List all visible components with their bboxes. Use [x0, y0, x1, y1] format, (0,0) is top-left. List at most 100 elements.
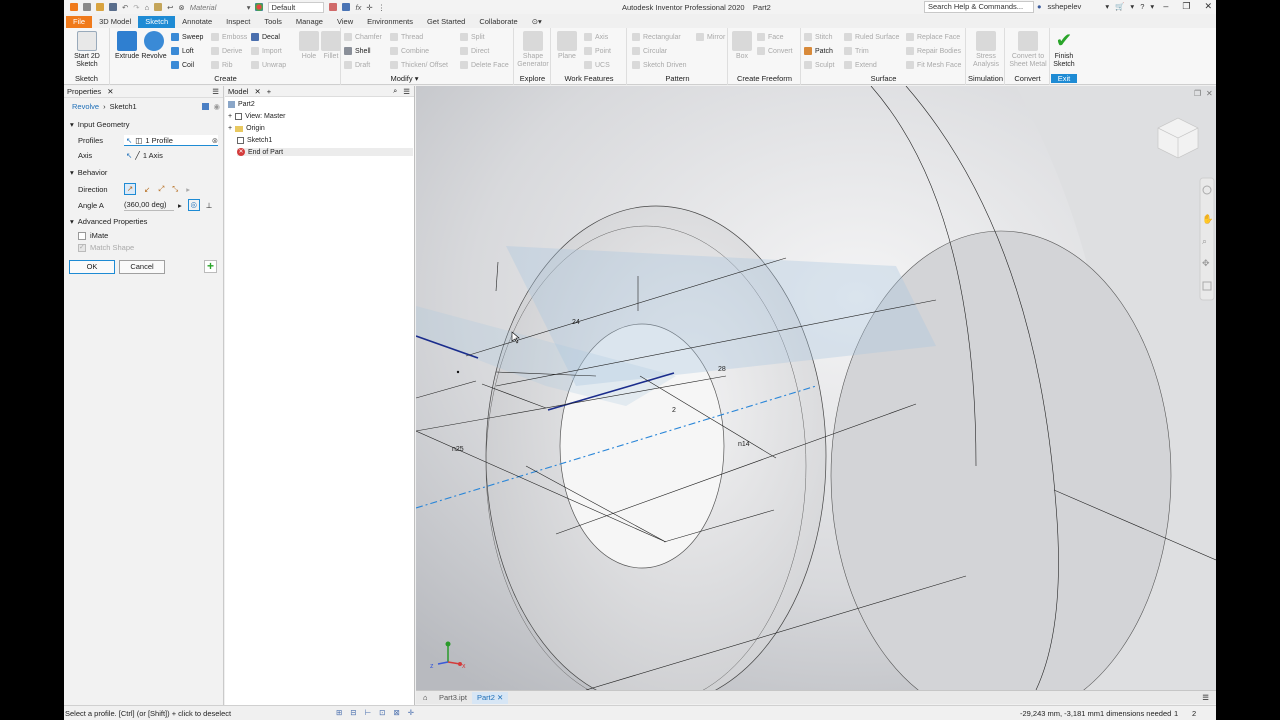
search-help-input[interactable]: Search Help & Commands...	[924, 1, 1034, 13]
more-icon[interactable]: ▸	[186, 185, 190, 194]
dimension-label[interactable]: n14	[738, 441, 750, 448]
ribbon-options-icon[interactable]: ⊙▾	[525, 16, 549, 28]
tree-item-view-master[interactable]: + View: Master	[228, 113, 285, 120]
dimension-label[interactable]: n25	[452, 446, 464, 453]
finish-sketch-button[interactable]: ✔ Finish Sketch	[1051, 31, 1077, 69]
loft-button[interactable]: Loft	[171, 47, 194, 55]
fit-mesh-face-button[interactable]: Fit Mesh Face	[906, 61, 961, 69]
tab-file[interactable]: File	[66, 16, 93, 28]
sculpt-button[interactable]: Sculpt	[804, 61, 834, 69]
chevron-down-icon[interactable]: ▾	[1150, 2, 1154, 11]
full-revolve-icon[interactable]: ◎	[187, 199, 200, 211]
cancel-button[interactable]: Cancel	[119, 260, 165, 274]
shell-button[interactable]: Shell	[344, 47, 371, 55]
viewport-close-icon[interactable]: ✕	[1206, 89, 1213, 98]
home-icon[interactable]: ⌂	[145, 3, 150, 12]
stress-analysis-button[interactable]: Stress Analysis	[969, 31, 1003, 69]
chevron-down-icon[interactable]: ▾	[247, 3, 251, 12]
angle-extent-icon[interactable]: ⊥	[206, 201, 213, 210]
tree-item-origin[interactable]: + Origin	[228, 125, 265, 132]
tab-annotate[interactable]: Annotate	[175, 16, 219, 28]
import-button[interactable]: Import	[251, 47, 282, 55]
return-icon[interactable]: ↩	[167, 3, 173, 12]
inference-icon[interactable]: ⊠	[393, 708, 399, 717]
help-icon[interactable]: ?	[1140, 2, 1144, 11]
convert-freeform-button[interactable]: Convert	[757, 47, 793, 55]
close-icon[interactable]: ✕	[497, 693, 503, 702]
redo-icon[interactable]: ↷	[133, 3, 139, 12]
match-shape-checkbox[interactable]: ✓	[78, 243, 86, 252]
add-tab-icon[interactable]: +	[267, 87, 271, 96]
select-icon[interactable]	[154, 3, 163, 11]
direction-symmetric-icon[interactable]: ⤢	[158, 184, 164, 194]
fx-parameters-icon[interactable]: fx	[355, 3, 361, 12]
hole-button[interactable]: Hole	[298, 31, 320, 61]
clear-icon[interactable]: ⊗	[212, 136, 218, 145]
dimension-label[interactable]: 24	[572, 319, 580, 326]
start-2d-sketch-button[interactable]: Start 2D Sketch	[67, 31, 107, 69]
doc-tab-part2[interactable]: Part2 ✕	[472, 692, 509, 704]
chevron-down-icon[interactable]: ▾	[1130, 2, 1134, 11]
crosshair-icon[interactable]: ✛	[408, 708, 414, 717]
adjust-icon[interactable]	[342, 3, 351, 11]
model-canvas[interactable]: 24 28 2 n14 n25 ✋ ⌕ ✥ z x ❐ ✕	[416, 86, 1216, 690]
expand-icon[interactable]: +	[228, 125, 232, 132]
split-button[interactable]: Split	[460, 33, 485, 41]
grid-snap-icon[interactable]: ⊞	[336, 708, 342, 717]
dimension-label[interactable]: 2	[672, 407, 676, 414]
undo-icon[interactable]: ↶	[122, 3, 128, 12]
tab-get-started[interactable]: Get Started	[420, 16, 472, 28]
circular-pattern-button[interactable]: Circular	[632, 47, 667, 55]
close-icon[interactable]: ✕	[1204, 1, 1212, 12]
sketch-driven-pattern-button[interactable]: Sketch Driven	[632, 61, 687, 69]
menu-icon[interactable]: ☰	[403, 87, 410, 96]
tab-collaborate[interactable]: Collaborate	[472, 16, 524, 28]
save-icon[interactable]	[109, 3, 117, 11]
delete-face-button[interactable]: Delete Face	[460, 61, 509, 69]
unwrap-button[interactable]: Unwrap	[251, 61, 286, 69]
tab-tools[interactable]: Tools	[257, 16, 289, 28]
direct-button[interactable]: Direct	[460, 47, 489, 55]
apply-add-icon[interactable]: +	[204, 260, 217, 273]
combine-button[interactable]: Combine	[390, 47, 429, 55]
point-button[interactable]: Point	[584, 47, 611, 55]
extrude-button[interactable]: Extrude	[115, 31, 139, 61]
ok-button[interactable]: OK	[69, 260, 115, 274]
tab-menu-icon[interactable]: ☰	[1197, 692, 1214, 704]
menu-icon[interactable]: ☰	[212, 87, 219, 96]
constraint-icon[interactable]: ⊟	[350, 708, 356, 717]
sweep-button[interactable]: Sweep	[171, 33, 203, 41]
customize-icon[interactable]: ⋮	[378, 3, 386, 12]
doc-tab-part3[interactable]: Part3.ipt	[434, 692, 472, 704]
rectangular-pattern-button[interactable]: Rectangular	[632, 33, 681, 41]
minimize-icon[interactable]: –	[1163, 1, 1168, 12]
tab-inspect[interactable]: Inspect	[219, 16, 257, 28]
axis-button[interactable]: Axis	[584, 33, 608, 41]
face-button[interactable]: Face	[757, 33, 784, 41]
ruled-surface-button[interactable]: Ruled Surface	[844, 33, 899, 41]
user-icon[interactable]: ●	[1037, 2, 1042, 11]
imate-checkbox[interactable]	[78, 231, 86, 240]
home-icon[interactable]: ⌂	[418, 692, 433, 704]
replace-face-button[interactable]: Replace Face	[906, 33, 960, 41]
revolve-button[interactable]: Revolve	[141, 31, 167, 61]
measure-icon[interactable]: ✛	[366, 3, 372, 12]
direction-asymmetric-icon[interactable]: ⤡	[172, 184, 178, 194]
tree-item-sketch1[interactable]: Sketch1	[237, 137, 272, 144]
chamfer-button[interactable]: Chamfer	[344, 33, 382, 41]
convert-to-sheet-metal-button[interactable]: Convert to Sheet Metal	[1008, 31, 1048, 69]
angle-input[interactable]: (360,00 deg)	[124, 200, 174, 211]
decal-button[interactable]: Decal	[251, 33, 280, 41]
patch-button[interactable]: Patch	[804, 47, 833, 55]
rib-button[interactable]: Rib	[211, 61, 233, 69]
angle-dropdown-icon[interactable]: ▸	[178, 201, 182, 210]
project-icon[interactable]: ⊡	[379, 708, 385, 717]
viewport-restore-icon[interactable]: ❐	[1194, 89, 1201, 98]
cart-icon[interactable]: 🛒	[1115, 2, 1124, 11]
navigation-bar[interactable]: ✋ ⌕ ✥	[1199, 177, 1215, 301]
visibility-icon[interactable]: ◉	[213, 102, 220, 111]
dimension-label[interactable]: 28	[718, 366, 726, 373]
tab-3d-model[interactable]: 3D Model	[92, 16, 138, 28]
shape-generator-button[interactable]: Shape Generator	[517, 31, 549, 69]
tab-view[interactable]: View	[330, 16, 360, 28]
